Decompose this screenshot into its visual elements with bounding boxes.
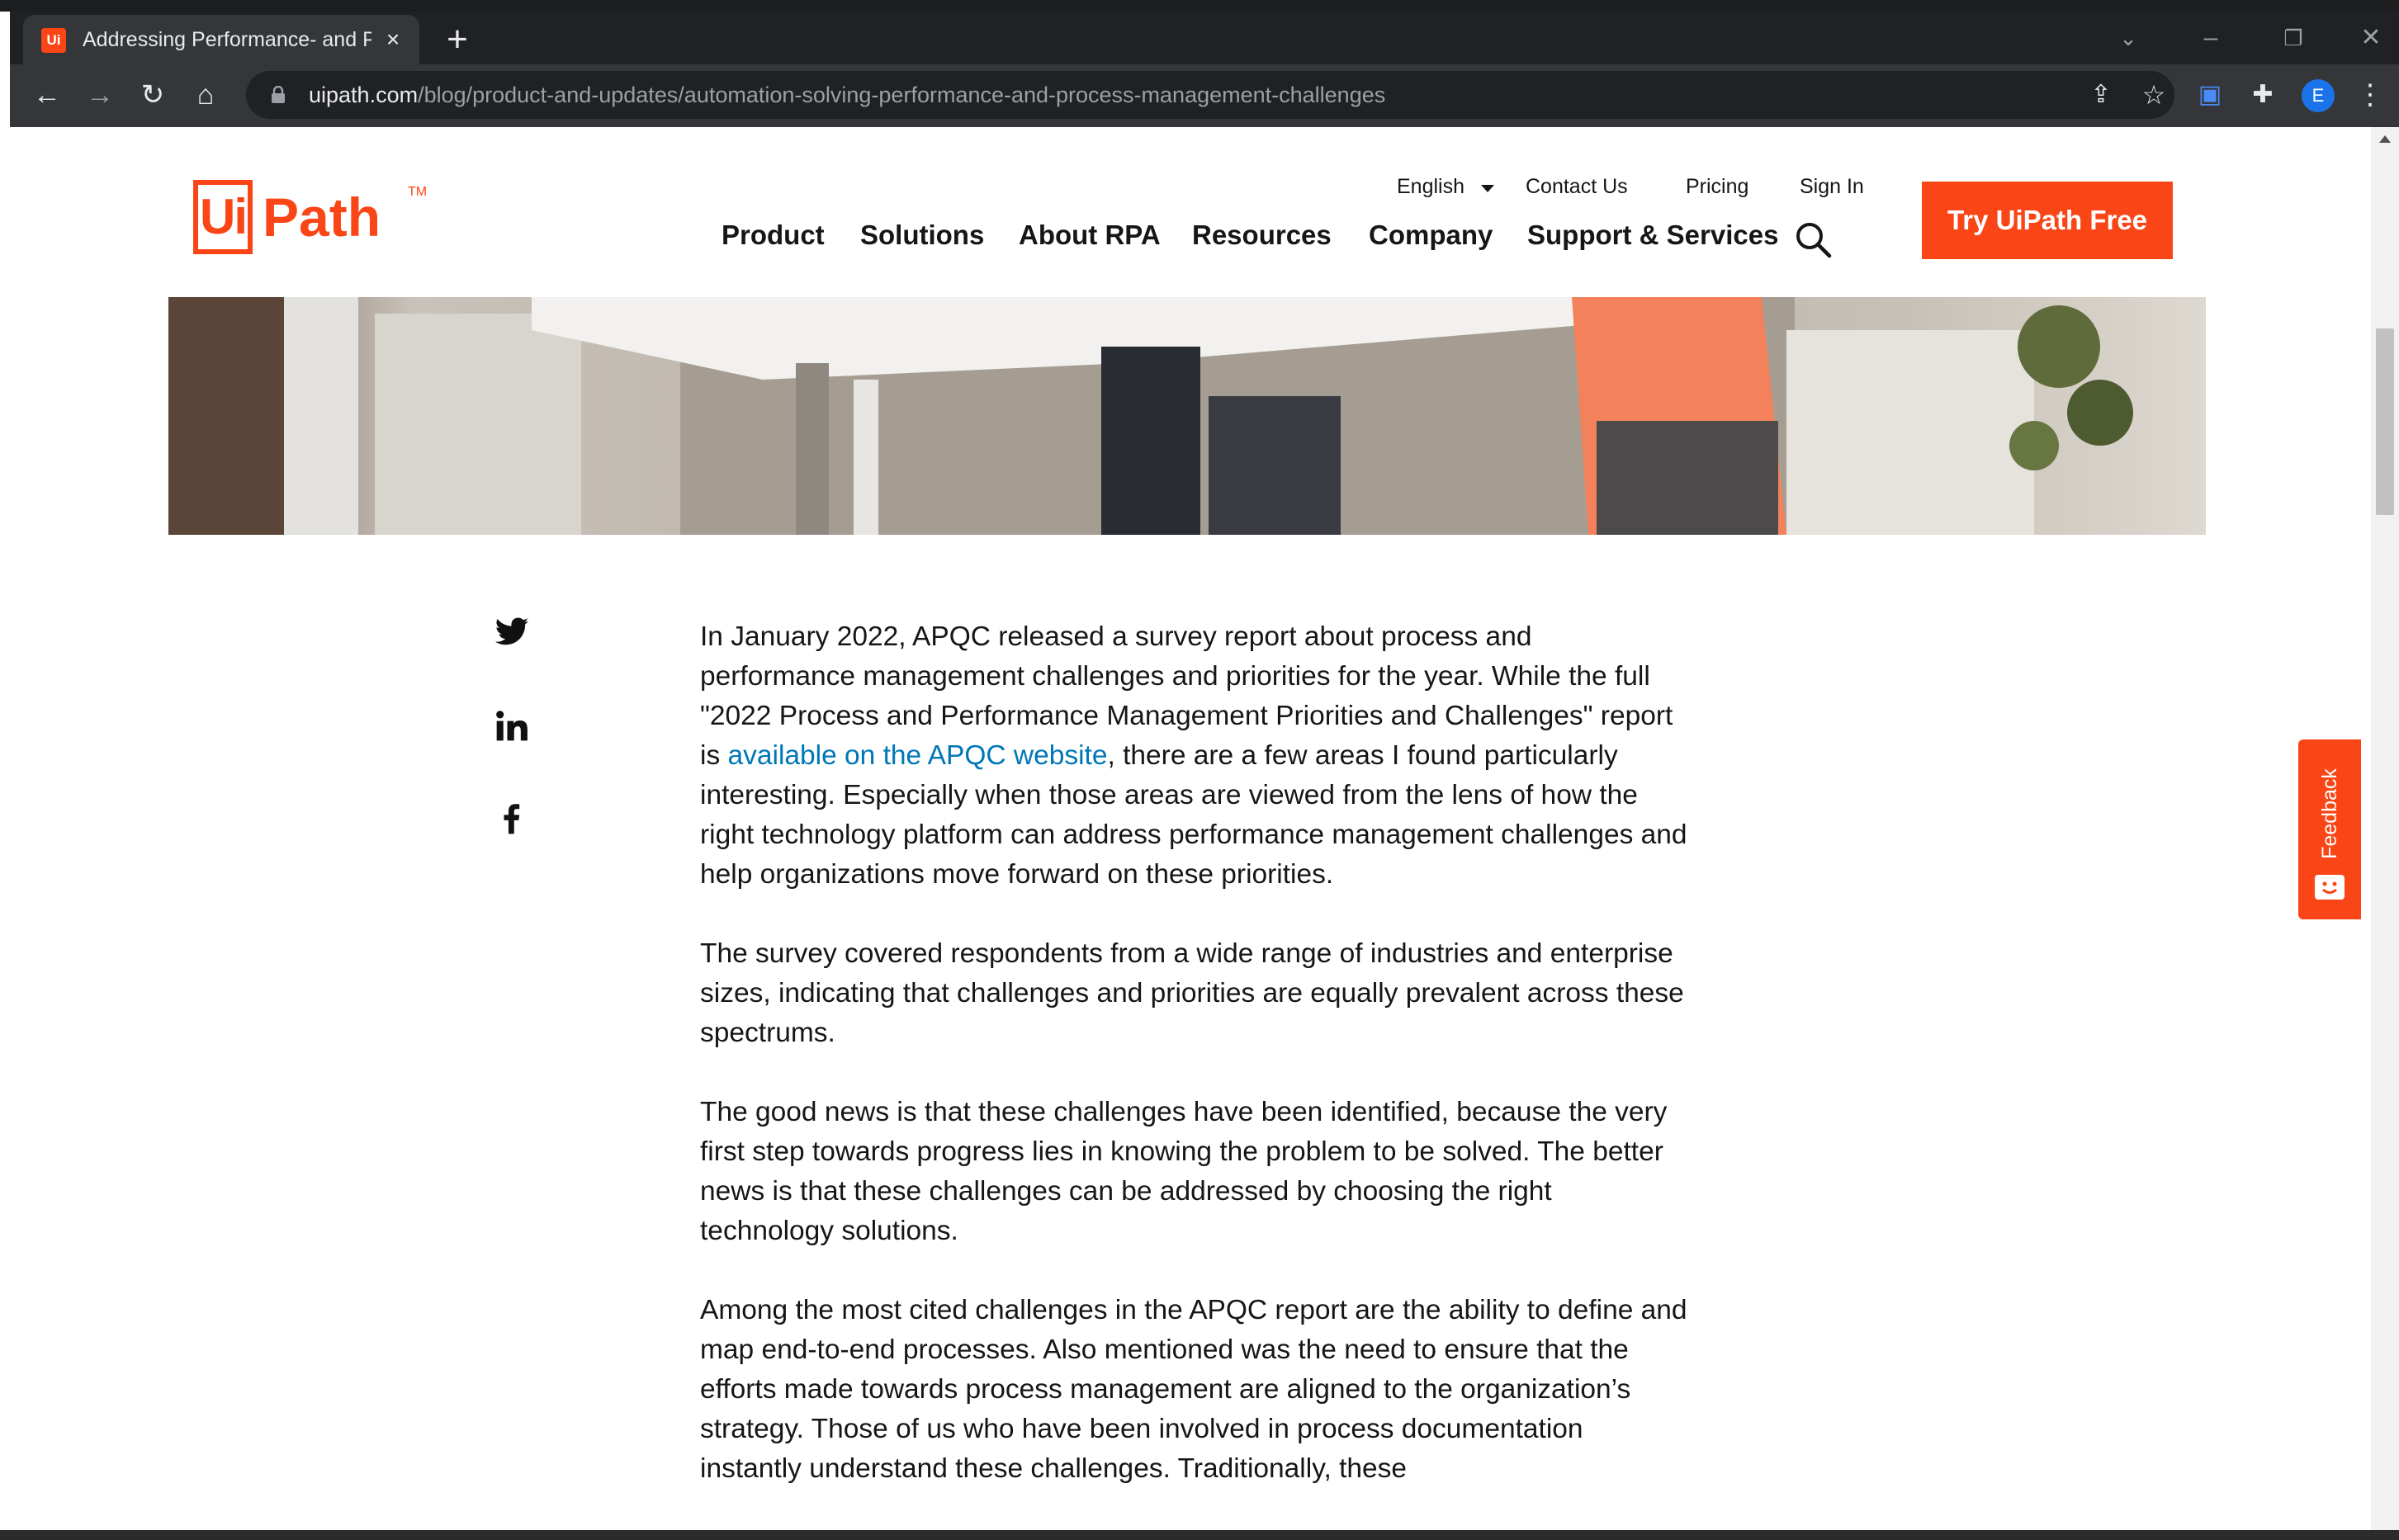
web-page: Ui Path TM English Contact Us Pricing Si…: [10, 127, 2371, 1540]
home-icon[interactable]: ⌂: [187, 76, 225, 114]
smiley-icon: [2315, 875, 2345, 900]
hero-image: [168, 297, 2206, 535]
logo-box: Ui: [193, 180, 253, 254]
share-page-icon[interactable]: ⇪: [2082, 76, 2120, 114]
paragraph-2: The survey covered respondents from a wi…: [700, 938, 1684, 1048]
nav-resources[interactable]: Resources: [1192, 220, 1332, 251]
feedback-tab[interactable]: Feedback: [2298, 739, 2361, 919]
sign-in-link[interactable]: Sign In: [1800, 175, 1864, 199]
forward-icon[interactable]: →: [81, 76, 119, 114]
minimize-icon[interactable]: –: [2186, 20, 2236, 56]
os-top-strip: [0, 0, 2399, 12]
new-tab-icon[interactable]: +: [439, 21, 476, 58]
tab-title: Addressing Performance- and Pr: [83, 28, 371, 51]
reload-icon[interactable]: ↻: [134, 76, 172, 114]
bookmark-star-icon[interactable]: ☆: [2135, 76, 2173, 114]
chevron-down-icon[interactable]: [1481, 185, 1494, 192]
nav-company[interactable]: Company: [1369, 220, 1493, 251]
url-text: uipath.com/blog/product-and-updates/auto…: [309, 83, 1386, 107]
linkedin-icon[interactable]: [494, 708, 530, 744]
restore-icon[interactable]: ❐: [2269, 20, 2318, 56]
page-scrollbar[interactable]: [2371, 127, 2399, 1540]
menu-kebab-icon[interactable]: ⋮: [2351, 76, 2389, 114]
nav-support-services[interactable]: Support & Services: [1527, 220, 1778, 251]
back-icon[interactable]: ←: [28, 76, 66, 114]
tab-close-icon[interactable]: ×: [380, 26, 406, 53]
lock-icon: [272, 86, 285, 103]
tab-bar: Ui Addressing Performance- and Pr × + ⌄ …: [10, 12, 2399, 64]
paragraph-4: Among the most cited challenges in the A…: [700, 1295, 1687, 1484]
feedback-label: Feedback: [2318, 768, 2341, 859]
apqc-website-link[interactable]: available on the APQC website: [728, 740, 1108, 771]
logo-word: Path: [263, 187, 381, 248]
twitter-icon[interactable]: [494, 614, 530, 650]
paragraph-1: In January 2022, APQC released a survey …: [700, 617, 1691, 895]
nav-product[interactable]: Product: [722, 220, 825, 251]
nav-about-rpa[interactable]: About RPA: [1019, 220, 1161, 251]
browser-chrome: Ui Addressing Performance- and Pr × + ⌄ …: [10, 12, 2399, 127]
facebook-icon[interactable]: [494, 801, 530, 837]
language-selector[interactable]: English: [1397, 175, 1464, 199]
extension-icon[interactable]: ▣: [2191, 76, 2229, 114]
browser-tab[interactable]: Ui Addressing Performance- and Pr ×: [23, 15, 419, 64]
article-body: In January 2022, APQC released a survey …: [700, 617, 1691, 1528]
scrollbar-thumb[interactable]: [2376, 328, 2394, 515]
scroll-up-arrow-icon[interactable]: [2379, 135, 2391, 143]
search-icon[interactable]: [1793, 220, 1833, 259]
logo-trademark: TM: [408, 185, 428, 199]
contact-us-link[interactable]: Contact Us: [1526, 175, 1628, 199]
uipath-favicon-icon: Ui: [41, 28, 66, 53]
address-bar[interactable]: uipath.com/blog/product-and-updates/auto…: [246, 71, 2174, 119]
tab-search-icon[interactable]: ⌄: [2103, 20, 2153, 56]
pricing-link[interactable]: Pricing: [1686, 175, 1748, 199]
taskbar-edge: [0, 1530, 2399, 1540]
browser-toolbar: ← → ↻ ⌂ uipath.com/blog/product-and-upda…: [10, 64, 2399, 127]
close-window-icon[interactable]: ✕: [2346, 20, 2396, 56]
nav-solutions[interactable]: Solutions: [860, 220, 984, 251]
profile-avatar[interactable]: E: [2302, 79, 2335, 112]
extensions-puzzle-icon[interactable]: ✚: [2244, 76, 2282, 114]
paragraph-3: The good news is that these challenges h…: [700, 1097, 1668, 1246]
try-uipath-free-button[interactable]: Try UiPath Free: [1922, 182, 2173, 259]
